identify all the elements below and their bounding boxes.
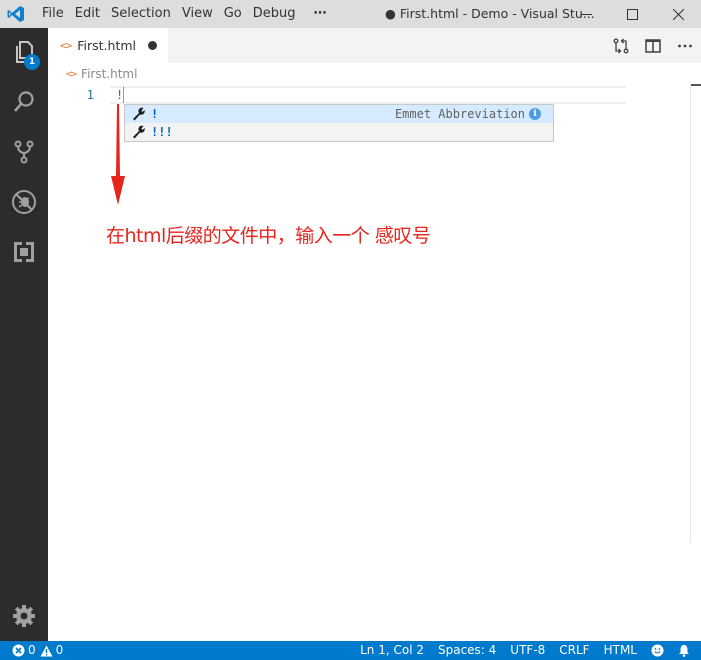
feedback-button[interactable] [644,644,671,657]
split-editor-icon [645,38,661,53]
notifications-button[interactable] [671,644,697,657]
close-icon [672,8,684,20]
activity-settings[interactable] [0,592,48,640]
annotation-arrow-icon [111,104,125,205]
activity-bar: 1 [0,28,48,641]
problems-indicator[interactable]: 0 0 [12,641,74,660]
cursor-position[interactable]: Ln 1, Col 2 [353,641,431,660]
encoding[interactable]: UTF-8 [503,641,552,660]
suggestion-item[interactable]: !!! [125,123,553,141]
breadcrumb[interactable]: <> First.html [66,66,137,82]
info-icon[interactable]: i [529,108,541,120]
cursor-position-marker [691,84,701,86]
unsaved-dot-icon[interactable] [148,41,157,50]
menu-file[interactable]: File [37,0,69,28]
menu-debug[interactable]: Debug [248,0,301,28]
compare-changes-icon [613,38,629,53]
title-bar: File Edit Selection View Go Debug ⋯ ● Fi… [0,0,701,28]
line-number: 1 [86,88,94,102]
language-mode[interactable]: HTML [597,641,644,660]
activity-extensions[interactable] [0,228,48,276]
minimize-button[interactable] [563,0,609,28]
line-ending[interactable]: CRLF [552,641,596,660]
suggestion-label: ! [151,107,159,121]
vscode-logo-icon [0,0,32,28]
wrench-icon [131,106,147,122]
bell-icon [679,645,689,657]
debug-icon [12,190,36,214]
suggestion-widget: ! Emmet Abbreviation i !!! [124,104,554,142]
warning-count: 0 [55,643,64,657]
html-file-icon: <> [66,68,77,80]
tab-actions [605,28,701,63]
menu-view[interactable]: View [177,0,218,28]
smiley-icon [651,644,664,657]
menu-bar: File Edit Selection View Go Debug ⋯ [37,0,332,28]
more-actions-button[interactable] [669,28,701,63]
activity-debug[interactable] [0,178,48,226]
activity-source-control[interactable] [0,128,48,176]
window-controls [563,0,701,28]
gear-icon [13,605,35,627]
maximize-icon [626,8,638,20]
search-icon [14,91,34,112]
extensions-icon [14,242,34,262]
suggestion-label: !!! [151,125,173,139]
html-file-icon: <> [60,39,72,52]
menu-more[interactable]: ⋯ [309,0,332,28]
error-icon [12,644,25,657]
menu-go[interactable]: Go [219,0,247,28]
ellipsis-icon [678,44,692,47]
text-cursor [123,87,124,103]
close-button[interactable] [655,0,701,28]
menu-selection[interactable]: Selection [106,0,176,28]
minimize-icon [580,13,592,15]
current-line-highlight [110,86,626,104]
split-editor-button[interactable] [637,28,669,63]
vertical-scrollbar[interactable] [690,84,701,542]
indentation[interactable]: Spaces: 4 [431,641,503,660]
error-count: 0 [28,643,36,657]
breadcrumb-file[interactable]: First.html [81,67,137,81]
activity-explorer[interactable]: 1 [0,28,48,76]
warning-icon [40,645,53,656]
annotation-text: 在html后缀的文件中，输入一个 感叹号 [106,225,431,247]
source-control-icon [14,140,34,164]
activity-search[interactable] [0,78,48,126]
tab-first-html[interactable]: <> First.html [48,28,168,63]
maximize-button[interactable] [609,0,655,28]
wrench-icon [131,124,147,140]
status-bar: 0 0 Ln 1, Col 2 Spaces: 4 UTF-8 CRLF HTM… [0,641,701,660]
tab-label: First.html [77,38,137,53]
explorer-badge: 1 [24,54,40,70]
editor-tab-bar: <> First.html [48,28,701,63]
suggestion-detail: Emmet Abbreviation [394,107,525,121]
open-changes-button[interactable] [605,28,637,63]
suggestion-item[interactable]: ! Emmet Abbreviation i [125,105,553,123]
menu-edit[interactable]: Edit [70,0,105,28]
